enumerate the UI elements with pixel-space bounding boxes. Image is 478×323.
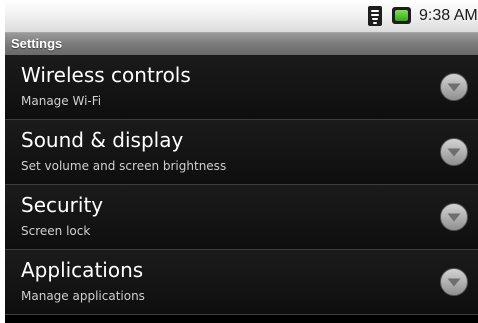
item-subtitle: Screen lock [21,224,91,238]
settings-item-security[interactable]: Security Screen lock [5,185,478,250]
item-subtitle: Set volume and screen brightness [21,159,227,173]
item-title: Security [21,193,104,217]
chevron-down-icon[interactable] [439,72,469,102]
title-bar: Settings [5,33,478,55]
status-time: 9:38 AM [419,7,478,24]
status-bar: 9:38 AM [5,0,478,33]
item-title: Sound & display [21,128,184,152]
chevron-down-icon[interactable] [439,267,469,297]
item-title: Wireless controls [21,63,191,87]
item-subtitle: Manage applications [21,289,145,303]
chevron-down-icon[interactable] [439,137,469,167]
device-screen: 9:38 AM Settings Wireless controls Manag… [5,0,478,323]
item-subtitle: Manage Wi-Fi [21,94,102,108]
page-title: Settings [11,36,63,51]
settings-item-wireless-controls[interactable]: Wireless controls Manage Wi-Fi [5,55,478,120]
settings-list: Wireless controls Manage Wi-Fi Sound & d… [5,55,478,323]
chevron-down-icon[interactable] [439,202,469,232]
battery-icon [392,7,411,24]
settings-item-applications[interactable]: Applications Manage applications [5,250,478,315]
settings-item-sound-display[interactable]: Sound & display Set volume and screen br… [5,120,478,185]
wifi-icon [368,6,382,26]
item-title: Applications [21,258,144,282]
